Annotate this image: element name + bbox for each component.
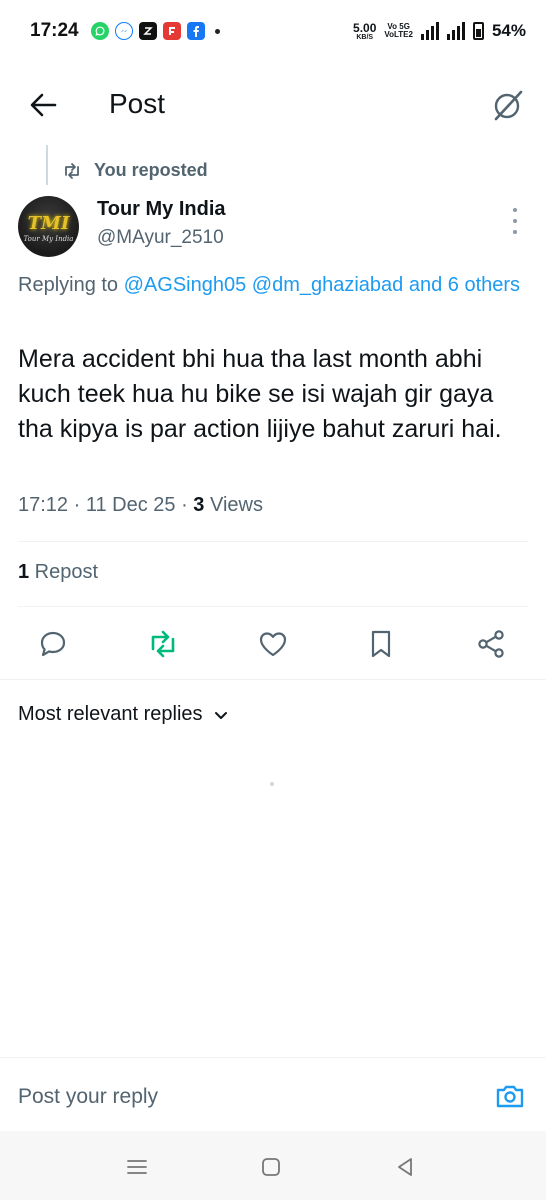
camera-icon[interactable] <box>494 1080 526 1112</box>
bookmark-icon[interactable] <box>365 628 397 660</box>
post-actions <box>0 624 546 664</box>
reply-icon[interactable] <box>37 628 69 660</box>
home-icon[interactable] <box>259 1155 283 1179</box>
grok-icon[interactable] <box>490 87 526 123</box>
repost-icon[interactable] <box>147 628 179 660</box>
replying-to: Replying to @AGSingh05 @dm_ghaziabad and… <box>18 270 528 300</box>
repost-indicator: You reposted <box>62 160 208 181</box>
avatar-caption: Tour My India <box>23 234 74 243</box>
more-notifications-dot <box>214 28 220 34</box>
page-title: Post <box>109 88 166 119</box>
whatsapp-icon <box>90 22 109 40</box>
notification-icons <box>90 22 220 40</box>
repost-small-icon <box>65 162 79 179</box>
zomato-icon <box>138 22 157 40</box>
author-handle[interactable]: @MAyur_2510 <box>97 227 224 249</box>
status-time: 17:24 <box>30 20 79 41</box>
messenger-icon <box>114 22 133 40</box>
repost-label: You reposted <box>94 160 208 180</box>
reply-input[interactable]: Post your reply <box>18 1085 158 1109</box>
battery-percent: 54% <box>491 21 526 40</box>
divider <box>0 679 546 680</box>
back-nav-icon[interactable] <box>393 1155 417 1179</box>
network-speed-value: 5.00 <box>353 20 377 35</box>
recent-apps-icon[interactable] <box>125 1155 149 1179</box>
repost-count-label: Repost <box>29 561 99 583</box>
reply-composer: Post your reply <box>0 1057 546 1131</box>
volte-bottom: VoLTE2 <box>384 30 413 39</box>
like-icon[interactable] <box>257 628 289 660</box>
share-icon[interactable] <box>475 628 507 660</box>
system-nav-bar <box>0 1131 546 1200</box>
flipboard-icon <box>162 22 181 40</box>
repost-count: 1 <box>18 561 30 583</box>
repost-stats[interactable]: 1 Repost <box>18 561 98 584</box>
divider <box>18 541 528 542</box>
views-count: 3 <box>193 494 205 516</box>
more-options-icon[interactable] <box>510 208 520 234</box>
avatar-monogram: TMI <box>27 212 70 234</box>
volte-indicator: Vo 5G VoLTE2 <box>384 23 413 39</box>
signal-5g-icon <box>446 22 465 40</box>
chevron-down-icon <box>214 711 227 719</box>
network-speed: 5.00 KB/S <box>353 22 376 41</box>
replying-prefix: Replying to <box>18 274 119 296</box>
back-arrow-icon[interactable] <box>28 90 58 120</box>
replies-sort-dropdown[interactable]: Most relevant replies <box>18 703 229 726</box>
avatar[interactable]: TMI Tour My India <box>18 196 79 257</box>
views-label: Views <box>204 494 263 516</box>
replying-users-link[interactable]: @AGSingh05 @dm_ghaziabad and 6 others <box>124 274 520 296</box>
facebook-icon <box>186 22 205 40</box>
replies-sort-label: Most relevant replies <box>18 703 203 725</box>
post-text: Mera accident bhi hua tha last month abh… <box>18 345 502 443</box>
system-indicators: 5.00 KB/S Vo 5G VoLTE2 54% <box>353 21 526 41</box>
loading-indicator <box>270 782 274 786</box>
signal-icon <box>420 22 439 40</box>
post-timestamp: 17:12 · 11 Dec 25 · <box>18 494 194 516</box>
status-bar: 17:24 5.00 KB/S Vo 5G VoLTE2 54% <box>0 0 546 62</box>
thread-connector <box>46 145 48 185</box>
battery-icon <box>472 22 484 40</box>
network-speed-unit: KB/S <box>356 33 374 41</box>
top-app-bar: Post <box>0 70 546 140</box>
author-name[interactable]: Tour My India <box>97 198 226 221</box>
divider <box>18 606 528 607</box>
post-meta: 17:12 · 11 Dec 25 · 3 Views <box>18 494 263 517</box>
